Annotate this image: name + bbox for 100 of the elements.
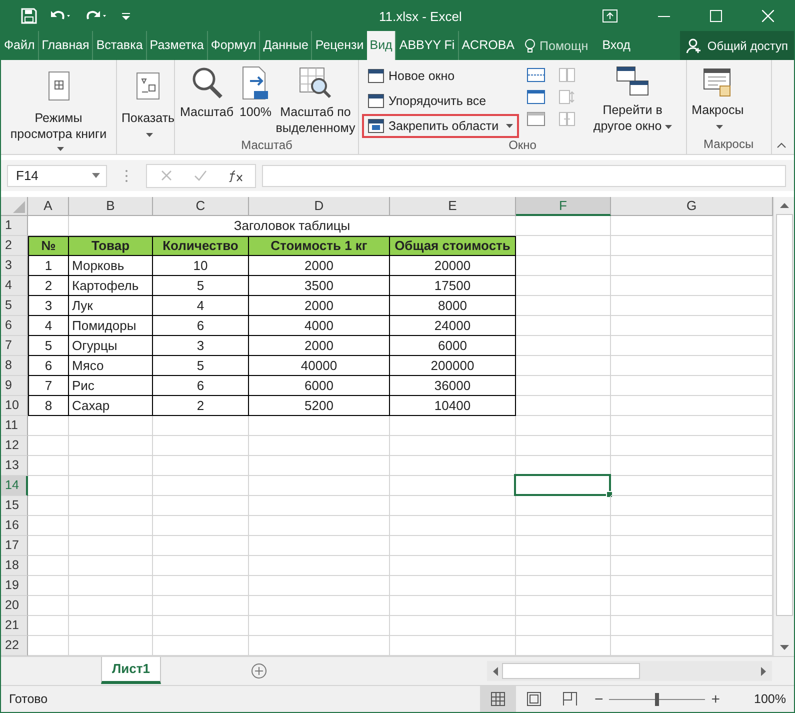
- row-header[interactable]: 1: [1, 216, 28, 236]
- column-header[interactable]: C: [153, 197, 249, 216]
- table-cell: 6000: [249, 376, 390, 396]
- formula-field[interactable]: [262, 164, 786, 187]
- zoom-to-selection-button[interactable]: Масштаб по выделенному: [275, 64, 356, 138]
- split-icon[interactable]: [526, 68, 545, 82]
- insert-function-icon[interactable]: [229, 170, 243, 182]
- caret-icon: [716, 124, 723, 129]
- row-header[interactable]: 4: [1, 276, 28, 296]
- table-cell: 36000: [390, 376, 516, 396]
- macros-button[interactable]: Макросы: [690, 64, 746, 136]
- table-cell: 200000: [390, 356, 516, 376]
- column-header[interactable]: G: [611, 197, 773, 216]
- row-header[interactable]: 12: [1, 436, 28, 456]
- grid-cell: [28, 436, 69, 456]
- switch-windows-button[interactable]: Перейти в другое окно: [582, 64, 683, 136]
- unhide-icon[interactable]: [526, 112, 545, 126]
- table-cell: 2000: [249, 296, 390, 316]
- row-header[interactable]: 13: [1, 456, 28, 476]
- table-cell: 5: [28, 336, 69, 356]
- ribbon-tab[interactable]: Вид: [366, 31, 396, 60]
- group-caption: Масштаб: [240, 138, 294, 154]
- row-header[interactable]: 16: [1, 516, 28, 536]
- arrange-all-button[interactable]: Упорядочить все: [362, 89, 519, 113]
- grid-cell: [28, 416, 69, 436]
- column-header[interactable]: A: [28, 197, 69, 216]
- row-header[interactable]: 14: [1, 476, 28, 496]
- grip-icon[interactable]: [125, 168, 128, 183]
- window-icon: [368, 69, 384, 83]
- row-header[interactable]: 8: [1, 356, 28, 376]
- normal-view-button[interactable]: [480, 686, 516, 712]
- row-header[interactable]: 7: [1, 336, 28, 356]
- row-header[interactable]: 19: [1, 576, 28, 596]
- check-icon[interactable]: [194, 170, 207, 182]
- row-header[interactable]: 3: [1, 256, 28, 276]
- up-arrow-icon[interactable]: [780, 203, 788, 208]
- sign-in-link[interactable]: Вход: [594, 31, 638, 60]
- table-cell: 3500: [249, 276, 390, 296]
- left-arrow-icon[interactable]: [493, 666, 498, 676]
- row-header[interactable]: 17: [1, 536, 28, 556]
- zoom-100-button[interactable]: 100%: [237, 64, 274, 122]
- vertical-scrollbar[interactable]: [773, 197, 794, 656]
- zoom-in-button[interactable]: +: [711, 690, 720, 708]
- show-button[interactable]: Показать: [120, 68, 176, 144]
- name-box[interactable]: F14: [7, 164, 107, 187]
- close-icon[interactable]: [762, 10, 774, 22]
- hide-icon[interactable]: [526, 90, 545, 104]
- column-header[interactable]: B: [69, 197, 153, 216]
- column-header[interactable]: F: [516, 197, 611, 216]
- row-header[interactable]: 10: [1, 396, 28, 416]
- row-header[interactable]: 18: [1, 556, 28, 576]
- page-break-icon: [563, 692, 578, 706]
- row-header[interactable]: 2: [1, 236, 28, 256]
- table-cell: 20000: [390, 256, 516, 276]
- triangle-icon: [13, 201, 25, 214]
- sheet-tab[interactable]: Лист1: [101, 657, 161, 684]
- lightbulb-icon: [524, 38, 536, 54]
- ribbon-tab[interactable]: Файл: [1, 31, 38, 60]
- row-header[interactable]: 15: [1, 496, 28, 516]
- caret-icon: [506, 124, 513, 128]
- share-button[interactable]: Общий доступ: [680, 31, 794, 60]
- table-cell: 7: [28, 376, 69, 396]
- table-cell: 8000: [390, 296, 516, 316]
- horizontal-scrollbar[interactable]: [487, 661, 772, 682]
- caret-icon: [664, 124, 672, 129]
- tell-me-button[interactable]: Помощн: [518, 31, 594, 60]
- workbook-views-button[interactable]: Режимы просмотра книги: [4, 68, 113, 160]
- table-cell: 10400: [390, 396, 516, 416]
- collapse-ribbon-icon[interactable]: [777, 142, 786, 148]
- dropdown-icon: [92, 173, 100, 178]
- zoom-button[interactable]: Масштаб: [178, 64, 236, 122]
- row-header[interactable]: 21: [1, 616, 28, 636]
- row-header[interactable]: 9: [1, 376, 28, 396]
- customize-icon[interactable]: [121, 11, 131, 22]
- table-cell: Огурцы: [69, 336, 153, 356]
- page-icon: [527, 692, 542, 706]
- row-header[interactable]: 20: [1, 596, 28, 616]
- grid-magnifier-icon: [298, 66, 332, 100]
- table-cell: 2000: [249, 336, 390, 356]
- caret-icon: [56, 146, 64, 151]
- ribbon-display-icon[interactable]: [602, 9, 618, 24]
- row-header[interactable]: 11: [1, 416, 28, 436]
- down-arrow-icon[interactable]: [780, 645, 788, 650]
- freeze-panes-button[interactable]: Закрепить области: [362, 114, 519, 138]
- save-icon[interactable]: [21, 8, 37, 24]
- column-header[interactable]: D: [249, 197, 390, 216]
- row-header[interactable]: 22: [1, 636, 28, 656]
- row-header[interactable]: 5: [1, 296, 28, 316]
- new-window-button[interactable]: Новое окно: [362, 64, 519, 88]
- table-cell: 17500: [390, 276, 516, 296]
- column-heading: Товар: [69, 236, 153, 256]
- add-sheet-icon[interactable]: [250, 663, 267, 680]
- row-header[interactable]: 6: [1, 316, 28, 336]
- zoom-out-button[interactable]: −: [594, 690, 604, 708]
- table-cell: Помидоры: [69, 316, 153, 336]
- table-cell: 5: [153, 356, 249, 376]
- column-header[interactable]: E: [390, 197, 516, 216]
- maximize-icon[interactable]: [710, 10, 722, 22]
- right-arrow-icon[interactable]: [761, 666, 766, 676]
- grid-cell: [28, 456, 69, 476]
